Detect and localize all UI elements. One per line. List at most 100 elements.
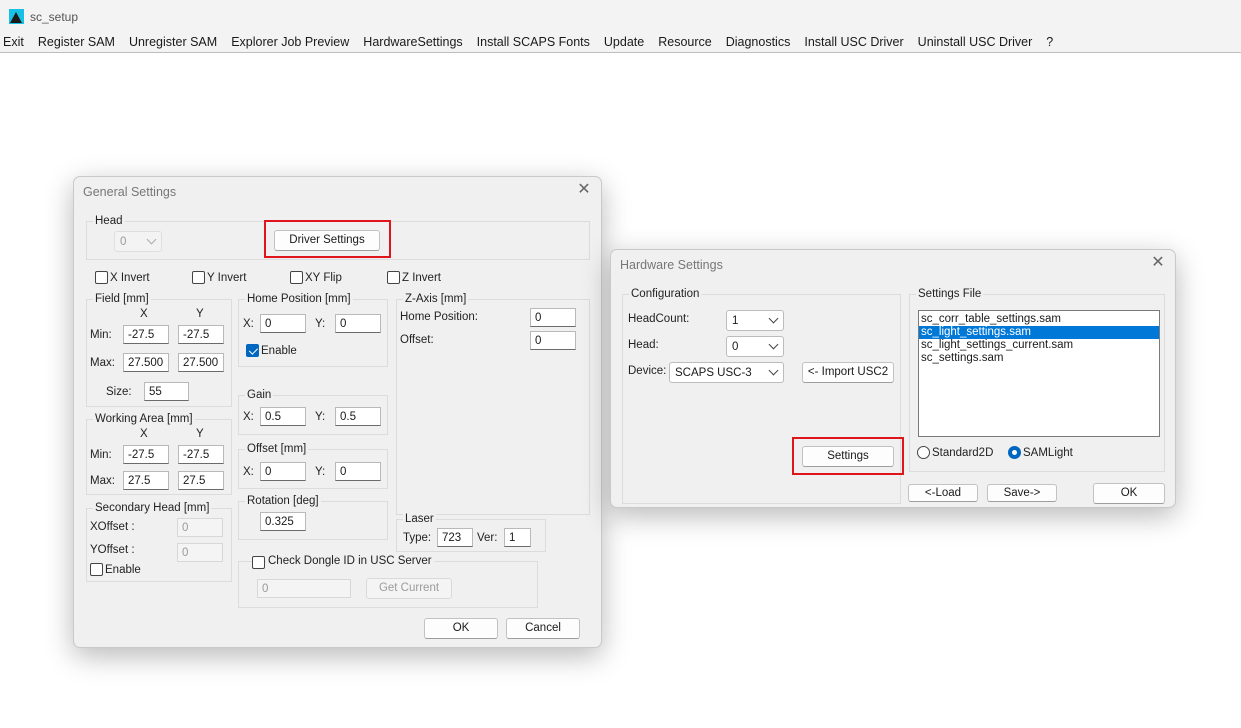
dongle-id-input[interactable]: 0 [257,579,351,598]
z-home-input[interactable]: 0 [530,308,576,327]
menu-unregister-sam[interactable]: Unregister SAM [125,33,223,51]
load-button[interactable]: <-Load [908,484,978,502]
y-label: Y: [315,466,326,478]
settings-file-list[interactable]: sc_corr_table_settings.sam sc_light_sett… [918,310,1160,437]
working-max-x-input[interactable]: 27.5 [123,471,169,490]
home-position-group: Home Position [mm] X: 0 Y: 0 Enable [238,292,388,367]
list-item-selected[interactable]: sc_light_settings.sam [919,326,1159,339]
import-usc2-button[interactable]: <- Import USC2 [802,362,894,383]
home-enable-checkbox[interactable] [246,344,259,357]
group-title: Settings File [916,287,984,301]
ok-button[interactable]: OK [424,618,498,639]
offset-y-input[interactable]: 0 [335,462,381,481]
home-y-input[interactable]: 0 [335,314,381,333]
field-group: Field [mm] X Y Min: -27.5 -27.5 Max: 27.… [86,292,232,407]
working-area-group: Working Area [mm] X Y Min: -27.5 -27.5 M… [86,412,232,495]
column-x-label: X [140,308,148,320]
samlight-radio[interactable] [1008,446,1021,459]
dialog-title: General Settings [83,185,177,199]
secondary-enable-label: Enable [105,564,141,576]
group-title: Head [93,214,125,228]
menu-hardware-settings[interactable]: HardwareSettings [359,33,468,51]
column-x-label: X [140,428,148,440]
headcount-select[interactable]: 1 [726,310,784,331]
menu-uninstall-usc-driver[interactable]: Uninstall USC Driver [914,33,1039,51]
field-min-y-input[interactable]: -27.5 [178,325,224,344]
laser-type-input[interactable]: 723 [437,528,473,547]
device-label: Device: [628,365,667,377]
working-max-y-input[interactable]: 27.5 [178,471,224,490]
device-select[interactable]: SCAPS USC-3 [669,362,784,383]
list-item[interactable]: sc_settings.sam [919,352,1159,365]
working-min-y-input[interactable]: -27.5 [178,445,224,464]
ok-button[interactable]: OK [1093,483,1165,504]
headcount-label: HeadCount: [628,313,690,325]
app-icon [9,9,24,24]
xoffset-label: XOffset : [90,521,135,533]
menu-explorer-job-preview[interactable]: Explorer Job Preview [227,33,355,51]
secondary-xoffset-input[interactable]: 0 [177,518,223,537]
field-min-x-input[interactable]: -27.5 [123,325,169,344]
standard2d-radio[interactable] [917,446,930,459]
home-enable-label: Enable [261,345,297,357]
max-label: Max: [90,357,115,369]
field-max-x-input[interactable]: 27.500 [123,353,169,372]
dialog-title: Hardware Settings [620,258,723,272]
group-title: Secondary Head [mm] [93,501,212,515]
y-label: Y: [315,318,326,330]
menu-bar: Exit Register SAM Unregister SAM Explorer J… [0,33,1241,53]
menu-update[interactable]: Update [600,33,650,51]
x-invert-checkbox[interactable] [95,271,108,284]
ver-label: Ver: [477,532,498,544]
laser-ver-input[interactable]: 1 [504,528,531,547]
menu-exit[interactable]: Exit [0,33,30,51]
head-select[interactable]: 0 [114,231,162,252]
menu-install-scaps-fonts[interactable]: Install SCAPS Fonts [473,33,596,51]
get-current-button[interactable]: Get Current [366,578,452,599]
z-invert-checkbox[interactable] [387,271,400,284]
list-item[interactable]: sc_light_settings_current.sam [919,339,1159,352]
gain-x-input[interactable]: 0.5 [260,407,306,426]
menu-resource[interactable]: Resource [654,33,718,51]
close-icon[interactable]: ✕ [576,182,592,198]
field-size-input[interactable]: 55 [144,382,189,401]
field-max-y-input[interactable]: 27.500 [178,353,224,372]
group-title: Field [mm] [93,292,151,306]
rotation-input[interactable]: 0.325 [260,512,306,531]
z-axis-group: Z-Axis [mm] Home Position: 0 Offset: 0 [396,292,590,515]
check-dongle-checkbox[interactable] [252,556,265,569]
group-title: Z-Axis [mm] [403,292,469,306]
title-bar: sc_setup [0,0,1241,33]
head-select[interactable]: 0 [726,336,784,357]
type-label: Type: [403,532,432,544]
save-button[interactable]: Save-> [987,484,1057,502]
group-title: Rotation [deg] [245,494,321,508]
working-min-x-input[interactable]: -27.5 [123,445,169,464]
hardware-settings-dialog: Hardware Settings ✕ Configuration HeadCo… [610,249,1176,508]
offset-x-input[interactable]: 0 [260,462,306,481]
list-item[interactable]: sc_corr_table_settings.sam [919,313,1159,326]
head-label: Head: [628,339,659,351]
column-y-label: Y [196,308,204,320]
secondary-yoffset-input[interactable]: 0 [177,543,223,562]
home-x-input[interactable]: 0 [260,314,306,333]
settings-file-group: Settings File sc_corr_table_settings.sam… [909,287,1165,472]
offset-group: Offset [mm] X: 0 Y: 0 [238,442,388,489]
menu-register-sam[interactable]: Register SAM [34,33,121,51]
x-label: X: [243,318,254,330]
menu-install-usc-driver[interactable]: Install USC Driver [800,33,909,51]
column-y-label: Y [196,428,204,440]
xy-flip-label: XY Flip [305,272,342,284]
chevron-down-icon [146,234,157,245]
xy-flip-checkbox[interactable] [290,271,303,284]
secondary-enable-checkbox[interactable] [90,563,103,576]
z-offset-input[interactable]: 0 [530,331,576,350]
gain-y-input[interactable]: 0.5 [335,407,381,426]
group-title: Gain [245,388,274,402]
close-icon[interactable]: ✕ [1150,255,1166,271]
size-label: Size: [106,386,132,398]
cancel-button[interactable]: Cancel [506,618,580,639]
menu-help[interactable]: ? [1042,33,1059,51]
y-invert-checkbox[interactable] [192,271,205,284]
menu-diagnostics[interactable]: Diagnostics [722,33,797,51]
